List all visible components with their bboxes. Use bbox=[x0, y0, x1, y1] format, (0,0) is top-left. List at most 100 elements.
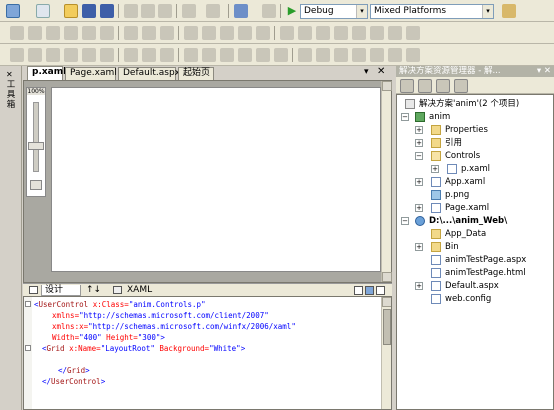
expand-icon[interactable]: + bbox=[431, 165, 439, 173]
save-all-icon[interactable] bbox=[100, 4, 114, 18]
properties-icon[interactable] bbox=[502, 4, 516, 18]
tree-item-app-data[interactable]: App_Data bbox=[415, 228, 486, 240]
swap-panes-button[interactable]: ↑↓ bbox=[83, 285, 105, 296]
tree-item-p-xaml[interactable]: + p.xaml bbox=[431, 163, 490, 175]
toolbar-button-icon[interactable] bbox=[46, 26, 60, 40]
panel-title-buttons[interactable]: ▾ ✕ bbox=[537, 66, 551, 77]
collapse-icon[interactable]: − bbox=[415, 152, 423, 160]
tab-default-aspx[interactable]: Default.aspx bbox=[118, 67, 180, 80]
toolbar-button-icon[interactable] bbox=[220, 26, 234, 40]
toolbar-button-icon[interactable] bbox=[202, 48, 216, 62]
toolbar-button-icon[interactable] bbox=[82, 48, 96, 62]
expand-icon[interactable]: + bbox=[415, 126, 423, 134]
toolbar-button-icon[interactable] bbox=[202, 26, 216, 40]
toolbar-button-icon[interactable] bbox=[142, 48, 156, 62]
toolbar-button-icon[interactable] bbox=[100, 48, 114, 62]
toolbar-button-icon[interactable] bbox=[334, 48, 348, 62]
zoom-thumb[interactable] bbox=[28, 142, 44, 150]
toolbar-button-icon[interactable] bbox=[406, 48, 420, 62]
horizontal-split-icon[interactable] bbox=[354, 286, 363, 295]
toolbar-button-icon[interactable] bbox=[124, 48, 138, 62]
tree-item-references[interactable]: + 引用 bbox=[415, 137, 462, 149]
tree-item-page-xaml[interactable]: + Page.xaml bbox=[415, 202, 489, 214]
tree-item-p-png[interactable]: p.png bbox=[415, 189, 469, 201]
toolbar-button-icon[interactable] bbox=[406, 26, 420, 40]
design-vertical-scrollbar[interactable] bbox=[381, 81, 392, 282]
expand-icon[interactable]: + bbox=[415, 139, 423, 147]
tree-item-bin[interactable]: + Bin bbox=[415, 241, 459, 253]
collapse-icon[interactable]: − bbox=[401, 113, 409, 121]
toolbar-button-icon[interactable] bbox=[220, 48, 234, 62]
toolbar-button-icon[interactable] bbox=[46, 48, 60, 62]
toolbar-button-icon[interactable] bbox=[238, 48, 252, 62]
vertical-split-icon[interactable] bbox=[365, 286, 374, 295]
toolbar-button-icon[interactable] bbox=[64, 48, 78, 62]
copy-icon[interactable] bbox=[141, 4, 155, 18]
toolbar-button-icon[interactable] bbox=[298, 26, 312, 40]
toolbar-button-icon[interactable] bbox=[28, 26, 42, 40]
show-all-files-icon[interactable] bbox=[418, 79, 432, 93]
toolbar-button-icon[interactable] bbox=[352, 48, 366, 62]
toolbar-button-icon[interactable] bbox=[298, 48, 312, 62]
zoom-slider[interactable]: 100% bbox=[26, 87, 46, 197]
add-item-icon[interactable] bbox=[36, 4, 50, 18]
fit-to-screen-icon[interactable] bbox=[30, 180, 42, 190]
toolbar-button-icon[interactable] bbox=[160, 26, 174, 40]
toolbar-button-icon[interactable] bbox=[256, 48, 270, 62]
toolbar-button-icon[interactable] bbox=[10, 26, 24, 40]
tree-item-web-config[interactable]: web.config bbox=[415, 293, 491, 305]
toolbar-button-icon[interactable] bbox=[184, 26, 198, 40]
toolbar-button-icon[interactable] bbox=[352, 26, 366, 40]
find-icon[interactable] bbox=[262, 4, 276, 18]
close-icon[interactable]: ✕ bbox=[377, 66, 385, 77]
refresh-icon[interactable] bbox=[436, 79, 450, 93]
collapse-toggle-icon[interactable] bbox=[25, 301, 31, 307]
design-canvas[interactable] bbox=[51, 87, 381, 272]
navigate-icon[interactable] bbox=[234, 4, 248, 18]
toolbar-button-icon[interactable] bbox=[142, 26, 156, 40]
toolbar-button-icon[interactable] bbox=[124, 26, 138, 40]
start-debug-icon[interactable]: ▶ bbox=[285, 4, 299, 18]
platform-select[interactable]: Mixed Platforms ▾ bbox=[370, 4, 494, 19]
toolbar-button-icon[interactable] bbox=[28, 48, 42, 62]
scroll-up-icon[interactable] bbox=[382, 297, 391, 307]
tree-item-controls[interactable]: − Controls bbox=[415, 150, 480, 162]
collapse-icon[interactable]: − bbox=[401, 217, 409, 225]
toolbar-button-icon[interactable] bbox=[256, 26, 270, 40]
toolbox-pin-icon[interactable]: ✕ bbox=[6, 70, 13, 79]
new-project-icon[interactable] bbox=[6, 4, 20, 18]
toolbar-button-icon[interactable] bbox=[316, 26, 330, 40]
expand-icon[interactable]: + bbox=[415, 178, 423, 186]
tree-item-app-xaml[interactable]: + App.xaml bbox=[415, 176, 485, 188]
scroll-up-icon[interactable] bbox=[382, 81, 392, 91]
toolbar-button-icon[interactable] bbox=[100, 26, 114, 40]
toolbar-button-icon[interactable] bbox=[184, 48, 198, 62]
toolbar-button-icon[interactable] bbox=[370, 48, 384, 62]
save-icon[interactable] bbox=[82, 4, 96, 18]
tree-item-anim[interactable]: − anim bbox=[401, 111, 450, 123]
toolbar-button-icon[interactable] bbox=[64, 26, 78, 40]
paste-icon[interactable] bbox=[158, 4, 172, 18]
open-file-icon[interactable] bbox=[64, 4, 78, 18]
tree-item-anim-web[interactable]: − D:\...\anim_Web\ bbox=[401, 215, 507, 227]
toolbar-button-icon[interactable] bbox=[316, 48, 330, 62]
tab-xaml[interactable]: XAML bbox=[124, 285, 158, 296]
toolbar-button-icon[interactable] bbox=[160, 48, 174, 62]
toolbar-button-icon[interactable] bbox=[370, 26, 384, 40]
collapse-pane-icon[interactable] bbox=[376, 286, 385, 295]
toolbar-button-icon[interactable] bbox=[238, 26, 252, 40]
expand-icon[interactable]: + bbox=[415, 243, 423, 251]
redo-icon[interactable] bbox=[206, 4, 220, 18]
tab-list-dropdown-icon[interactable]: ▾ bbox=[364, 67, 369, 77]
toolbar-button-icon[interactable] bbox=[280, 26, 294, 40]
toolbar-button-icon[interactable] bbox=[274, 48, 288, 62]
tree-item-animtestpage-html[interactable]: animTestPage.html bbox=[415, 267, 526, 279]
toolbar-button-icon[interactable] bbox=[334, 26, 348, 40]
scroll-thumb[interactable] bbox=[383, 309, 391, 345]
collapse-toggle-icon[interactable] bbox=[25, 345, 31, 351]
tab-page-xaml[interactable]: Page.xaml bbox=[65, 67, 117, 80]
toolbar-button-icon[interactable] bbox=[388, 48, 402, 62]
tab-design[interactable]: 设计 bbox=[41, 285, 81, 296]
expand-icon[interactable]: + bbox=[415, 204, 423, 212]
xaml-view-icon[interactable] bbox=[113, 286, 122, 294]
